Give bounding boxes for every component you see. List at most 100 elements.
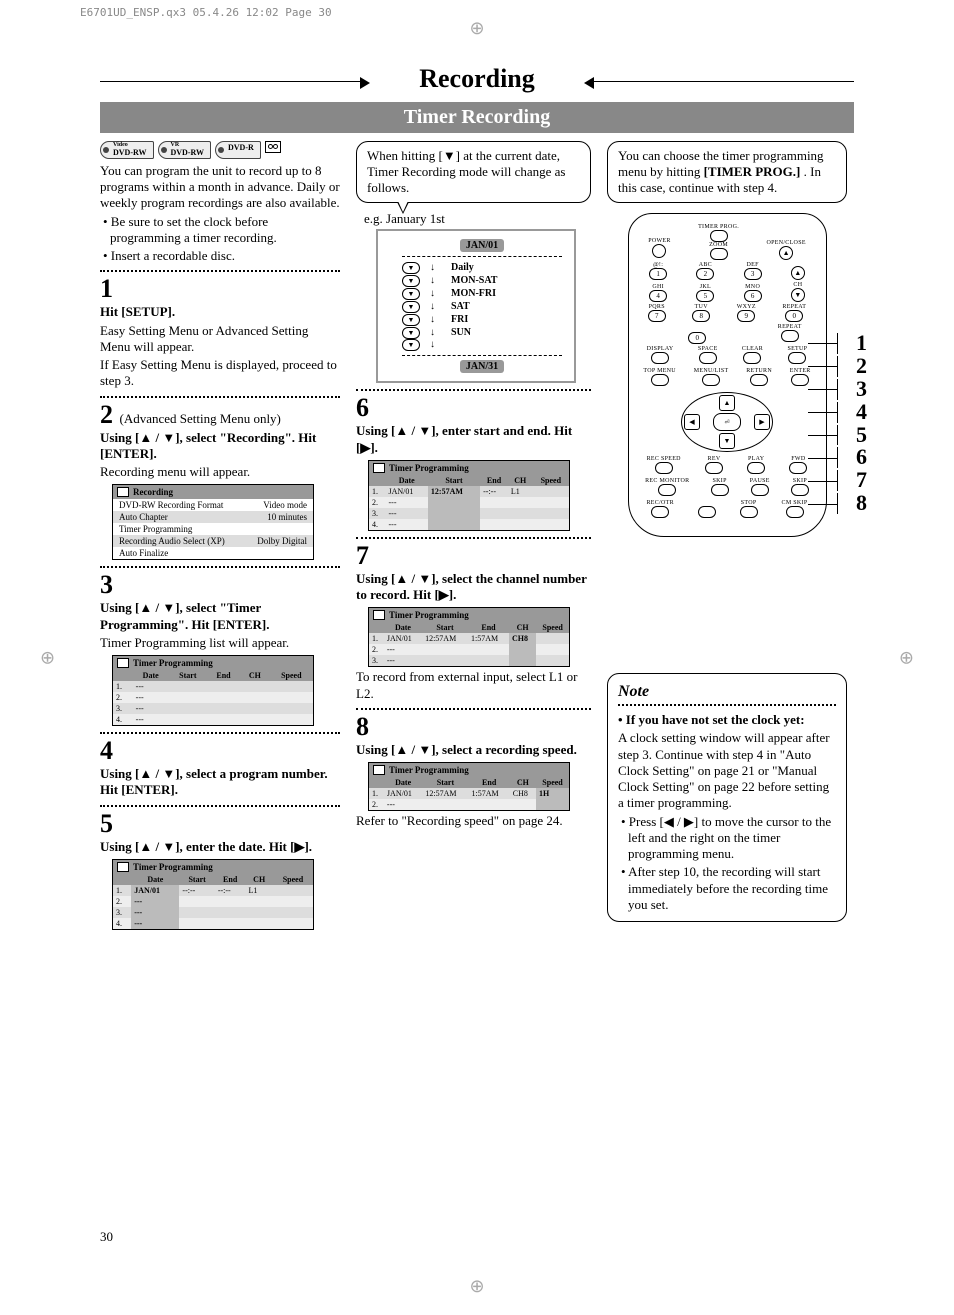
badge-dvd-rw-video: VideoDVD-RW <box>100 141 154 159</box>
down-icon: ▼ <box>402 301 420 313</box>
dpad: ▲ ▼ ◀ ▶ ⏎ <box>681 392 773 452</box>
remote-button <box>786 506 804 518</box>
remote-button <box>699 352 717 364</box>
remote-button <box>711 484 729 496</box>
open-close-button: ▲ <box>779 246 793 260</box>
step-7-head: Using [▲ / ▼], select the channel number… <box>356 571 591 604</box>
dpad-up: ▲ <box>719 395 735 411</box>
step-1-head: Hit [SETUP]. <box>100 304 340 320</box>
remote-button <box>791 374 809 386</box>
note-head: • If you have not set the clock yet: <box>618 712 836 728</box>
step-2-head: Using [▲ / ▼], select "Recording". Hit [… <box>100 430 340 463</box>
remote-callout: 2 <box>837 356 867 377</box>
zoom-button <box>710 248 728 260</box>
cycle-row: ▼↓FRI <box>402 313 562 326</box>
cycle-row: ▼↓SAT <box>402 300 562 313</box>
intro-text: You can program the unit to record up to… <box>100 163 340 212</box>
osd-timer-list-8: Timer Programming DateStartEndCHSpeed1.J… <box>368 762 570 811</box>
badge-dvd-r: DVD-R <box>215 141 261 159</box>
table-row: 2.--- <box>369 644 569 655</box>
osd-row: Timer Programming <box>113 523 313 535</box>
disc-badges: VideoDVD-RW VRDVD-RW DVD-R <box>100 141 340 159</box>
step-4-number: 4 <box>100 738 340 764</box>
table-row: 1.--- <box>113 681 313 692</box>
keypad-button: 2 <box>696 268 714 280</box>
table-row: 2.--- <box>369 497 569 508</box>
repeat-button <box>781 330 799 342</box>
down-icon: ▼ <box>402 314 420 326</box>
osd-timer-list-7: Timer Programming DateStartEndCHSpeed1.J… <box>368 607 570 667</box>
step-3-number: 3 <box>100 572 340 598</box>
remote-button <box>788 352 806 364</box>
remote-button <box>651 506 669 518</box>
date-cycle-diagram: JAN/01 ▼↓Daily▼↓MON-SAT▼↓MON-FRI▼↓SAT▼↓F… <box>376 229 576 383</box>
down-icon: ▼ <box>402 288 420 300</box>
table-row: 3.--- <box>369 655 569 666</box>
down-icon: ▼ <box>402 339 420 351</box>
remote-button <box>651 374 669 386</box>
separator <box>356 389 591 391</box>
remote-callout: 5 <box>837 425 867 446</box>
column-middle: When hitting [▼] at the current date, Ti… <box>356 141 591 932</box>
note-title: Note <box>618 682 836 702</box>
keypad-button: 0 <box>688 332 706 344</box>
table-row: 3.--- <box>113 907 313 918</box>
step-8-head: Using [▲ / ▼], select a recording speed. <box>356 742 591 758</box>
table-row: 4.--- <box>113 918 313 929</box>
section-subtitle: Timer Recording <box>100 102 854 133</box>
osd-timer-list-6: Timer Programming DateStartEndCHSpeed1.J… <box>368 460 570 531</box>
separator <box>100 566 340 568</box>
badge-dvd-rw-vr: VRDVD-RW <box>158 141 212 159</box>
down-icon: ▼ <box>402 262 420 274</box>
cycle-top: JAN/01 <box>460 239 504 252</box>
dpad-enter: ⏎ <box>713 413 741 431</box>
remote-callout: 1 <box>837 333 867 354</box>
column-left: VideoDVD-RW VRDVD-RW DVD-R You can progr… <box>100 141 340 932</box>
intro-bullet-2: • Insert a recordable disc. <box>100 248 340 264</box>
cassette-icon <box>265 141 281 153</box>
separator <box>100 270 340 272</box>
step-5-head: Using [▲ / ▼], enter the date. Hit [▶]. <box>100 839 340 855</box>
remote-button <box>705 462 723 474</box>
remote-button <box>651 352 669 364</box>
down-icon: ▼ <box>402 327 420 339</box>
table-row: 1.JAN/0112:57AM--:--L1 <box>369 486 569 497</box>
timer-icon <box>117 862 129 872</box>
cycle-row: ▼↓MON-SAT <box>402 274 562 287</box>
table-row: 2.--- <box>113 896 313 907</box>
page: E6701UD_ENSP.qx3 05.4.26 12:02 Page 30 ⊕… <box>0 0 954 1315</box>
table-row: 2.--- <box>113 692 313 703</box>
remote-button <box>658 484 676 496</box>
timer-icon <box>373 463 385 473</box>
timer-icon <box>373 610 385 620</box>
separator <box>100 732 340 734</box>
osd-recording-menu: Recording DVD-RW Recording FormatVideo m… <box>112 484 314 560</box>
step-1-body2: If Easy Setting Menu is displayed, proce… <box>100 357 340 390</box>
step-2-number: 2 (Advanced Setting Menu only) <box>100 402 340 428</box>
osd-row: DVD-RW Recording FormatVideo mode <box>113 499 313 511</box>
step-1-body: Easy Setting Menu or Advanced Setting Me… <box>100 323 340 356</box>
crop-mark-bottom: ⊕ <box>469 1276 484 1297</box>
remote-button <box>698 506 716 518</box>
cycle-row: ▼↓MON-FRI <box>402 287 562 300</box>
remote-callout: 7 <box>837 470 867 491</box>
osd-row: Auto Finalize <box>113 547 313 559</box>
step-6-head: Using [▲ / ▼], enter start and end. Hit … <box>356 423 591 456</box>
remote-button <box>743 352 761 364</box>
osd-row: Recording Audio Select (XP)Dolby Digital <box>113 535 313 547</box>
dpad-down: ▼ <box>719 433 735 449</box>
step-8-body: Refer to "Recording speed" on page 24. <box>356 813 591 829</box>
remote-callout: 3 <box>837 379 867 400</box>
keypad-button: 5 <box>696 290 714 302</box>
crop-mark-top: ⊕ <box>469 18 484 39</box>
remote-callout: 8 <box>837 493 867 514</box>
cycle-row: ▼↓SUN <box>402 326 562 339</box>
keypad-button: 4 <box>649 290 667 302</box>
remote-button <box>791 484 809 496</box>
step-3-head: Using [▲ / ▼], select "Timer Programming… <box>100 600 340 633</box>
step-7-number: 7 <box>356 543 591 569</box>
step-7-body: To record from external input, select L1… <box>356 669 591 702</box>
remote-button <box>751 484 769 496</box>
note-b2: • Press [◀ / ▶] to move the cursor to th… <box>618 814 836 863</box>
remote-button <box>655 462 673 474</box>
